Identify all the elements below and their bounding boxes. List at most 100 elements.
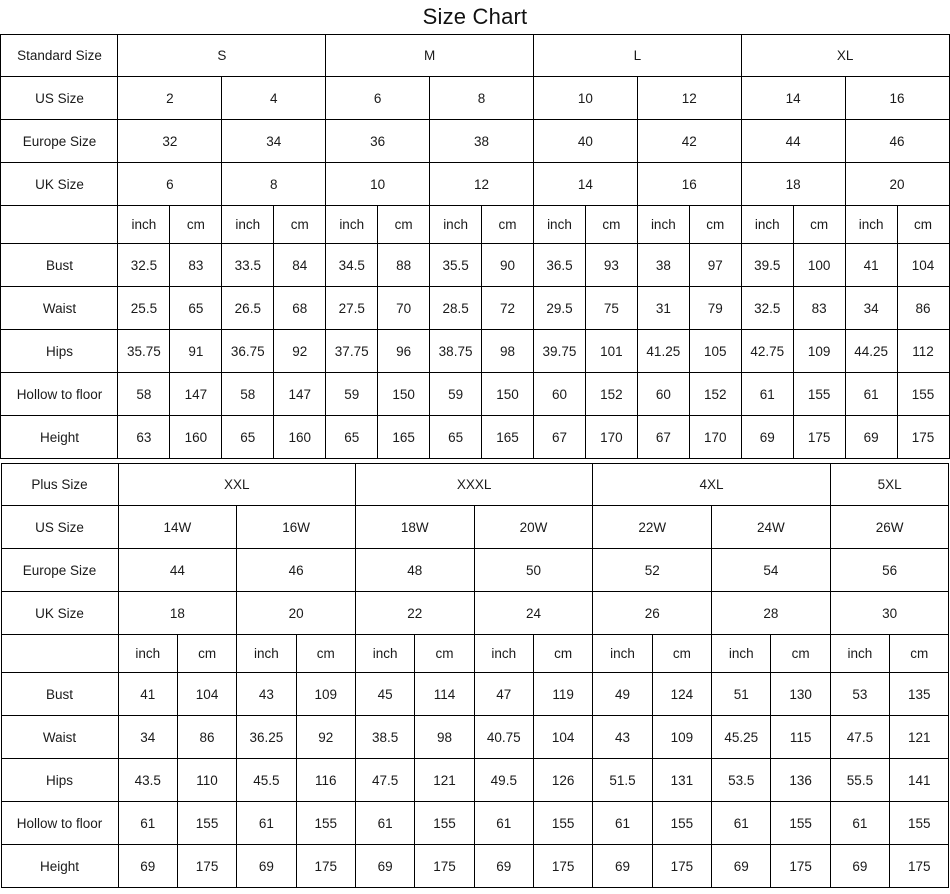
measurement-label: Height [0, 415, 119, 459]
measurement-value-cell: 41 [117, 672, 178, 716]
size-value-cell: 36 [325, 119, 431, 163]
size-value-cell: 40 [532, 119, 638, 163]
measurement-value-cell: 35.75 [117, 329, 171, 373]
table-row: Standard Size S M L XL [0, 34, 950, 77]
table-row: Height 63 160 65 160 65 165 65 165 67 170 67 170 69 17… [0, 415, 950, 459]
unit-header-cell: cm [651, 634, 713, 673]
measurement-value-cell: 88 [377, 243, 431, 287]
table-row: Hollow to floor 61 155 61 155 61 155 61 155 61 155… [0, 801, 950, 845]
size-value-cell: 50 [473, 548, 594, 592]
measurement-value-cell: 155 [414, 801, 475, 845]
measurement-label: Waist [0, 286, 119, 330]
table-row: Europe Size 44 46 48 50 52 54 56 [0, 548, 950, 592]
measurement-value-cell: 69 [117, 844, 178, 888]
row-label: Europe Size [0, 548, 119, 592]
size-value-cell: 18 [740, 162, 846, 206]
measurement-value-cell: 65 [325, 415, 379, 459]
measurement-value-cell: 35.5 [429, 243, 483, 287]
measurement-value-cell: 121 [889, 715, 950, 759]
measurement-value-cell: 41 [844, 243, 898, 287]
measurement-value-cell: 47.5 [829, 715, 891, 759]
measurement-value-cell: 160 [273, 415, 327, 459]
measurement-value-cell: 175 [176, 844, 238, 888]
table-row: inch cm inch cm inch cm inch cm inch cm inch cm inch… [0, 205, 950, 244]
size-group-header: 4XL [592, 463, 831, 506]
measurement-value-cell: 61 [473, 801, 534, 845]
measurement-value-cell: 37.75 [325, 329, 379, 373]
table-row: US Size 14W 16W 18W 20W 22W 24W 26W [0, 505, 950, 549]
measurement-value-cell: 105 [688, 329, 742, 373]
measurement-value-cell: 69 [354, 844, 416, 888]
measurement-value-cell: 75 [584, 286, 638, 330]
measurement-value-cell: 136 [770, 758, 831, 802]
size-value-cell: 30 [829, 591, 950, 635]
measurement-value-cell: 65 [429, 415, 483, 459]
measurement-value-cell: 170 [584, 415, 638, 459]
measurement-value-cell: 72 [481, 286, 534, 330]
size-value-cell: 22W [592, 505, 713, 549]
size-value-cell: 10 [325, 162, 431, 206]
table-row: US Size 2 4 6 8 10 12 14 16 [0, 76, 950, 120]
table-row: Waist 34 86 36.25 92 38.5 98 40.75 104 43 109 45.25… [0, 715, 950, 759]
measurement-value-cell: 33.5 [221, 243, 275, 287]
unit-header-cell: inch [711, 634, 772, 673]
unit-header-cell: inch [221, 205, 275, 244]
measurement-value-cell: 65 [221, 415, 275, 459]
size-value-cell: 26W [829, 505, 950, 549]
unit-header-cell: cm [896, 205, 950, 244]
measurement-label: Hollow to floor [0, 801, 119, 845]
measurement-value-cell: 86 [896, 286, 950, 330]
measurement-value-cell: 51.5 [592, 758, 653, 802]
measurement-value-cell: 58 [221, 372, 275, 416]
measurement-value-cell: 175 [651, 844, 713, 888]
unit-header-cell: inch [829, 634, 891, 673]
measurement-value-cell: 114 [414, 672, 475, 716]
measurement-value-cell: 115 [770, 715, 831, 759]
measurement-value-cell: 124 [651, 672, 713, 716]
measurement-value-cell: 61 [844, 372, 898, 416]
unit-header-cell: cm [295, 634, 356, 673]
unit-header-cell: inch [117, 634, 178, 673]
measurement-value-cell: 109 [295, 672, 356, 716]
measurement-value-cell: 175 [792, 415, 846, 459]
measurement-value-cell: 51 [711, 672, 772, 716]
measurement-value-cell: 92 [295, 715, 356, 759]
size-value-cell: 18 [117, 591, 238, 635]
measurement-label: Bust [0, 243, 119, 287]
measurement-value-cell: 29.5 [532, 286, 586, 330]
measurement-value-cell: 53 [829, 672, 891, 716]
measurement-value-cell: 119 [532, 672, 594, 716]
unit-header-cell: cm [688, 205, 742, 244]
measurement-label: Waist [0, 715, 119, 759]
measurement-value-cell: 100 [792, 243, 846, 287]
size-value-cell: 34 [221, 119, 327, 163]
unit-header-cell: cm [176, 634, 238, 673]
unit-header-cell: cm [792, 205, 846, 244]
measurement-value-cell: 43 [236, 672, 297, 716]
measurement-value-cell: 101 [584, 329, 638, 373]
measurement-value-cell: 65 [169, 286, 223, 330]
unit-header-cell: inch [325, 205, 379, 244]
unit-header-cell: inch [532, 205, 586, 244]
size-group-header: XXL [117, 463, 356, 506]
measurement-value-cell: 126 [532, 758, 594, 802]
tables-container: Standard Size S M L XL US Size 2 4 6 8 10 12 14 16 Eur… [0, 34, 950, 888]
unit-header-cell: inch [429, 205, 483, 244]
measurement-label: Hips [0, 758, 119, 802]
size-chart-page: Size Chart Standard Size S M L XL US Size 2 4 6 8… [0, 0, 950, 894]
measurement-value-cell: 61 [236, 801, 297, 845]
measurement-value-cell: 49 [592, 672, 653, 716]
size-group-header: L [532, 34, 742, 77]
measurement-value-cell: 31 [636, 286, 690, 330]
measurement-value-cell: 130 [770, 672, 831, 716]
size-value-cell: 6 [117, 162, 223, 206]
unit-header-cell: cm [273, 205, 327, 244]
size-group-header: XL [740, 34, 950, 77]
measurement-value-cell: 32.5 [740, 286, 794, 330]
measurement-value-cell: 34 [844, 286, 898, 330]
unit-header-cell: cm [889, 634, 950, 673]
measurement-value-cell: 42.75 [740, 329, 794, 373]
unit-header-cell: cm [481, 205, 534, 244]
size-value-cell: 20W [473, 505, 594, 549]
size-value-cell: 4 [221, 76, 327, 120]
